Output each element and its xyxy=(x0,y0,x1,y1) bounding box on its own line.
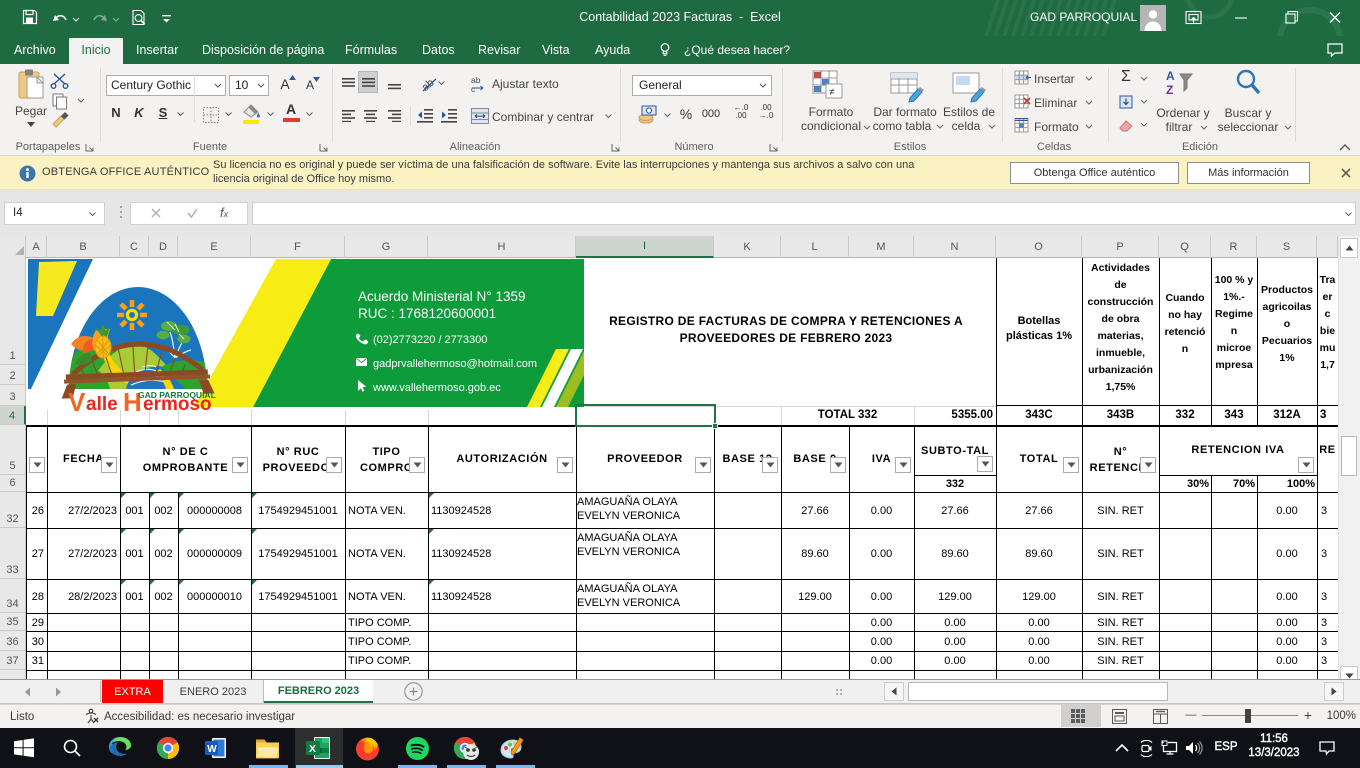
svg-text:W: W xyxy=(207,744,217,755)
svg-text:GAD PARROQUIAL: GAD PARROQUIAL xyxy=(138,390,216,400)
svg-text:A: A xyxy=(1166,69,1175,83)
svg-text:alle: alle xyxy=(86,394,118,415)
svg-text:(02)2773220 / 2773300: (02)2773220 / 2773300 xyxy=(373,334,487,346)
svg-text:V: V xyxy=(68,387,86,417)
svg-text:≠: ≠ xyxy=(829,87,835,98)
svg-text:Z: Z xyxy=(1166,83,1173,97)
svg-text:gadprvallehermoso@hotmail.com: gadprvallehermoso@hotmail.com xyxy=(373,358,537,370)
svg-text:X: X xyxy=(309,743,316,755)
svg-text:RUC : 1768120600001: RUC : 1768120600001 xyxy=(358,306,496,321)
svg-text:Acuerdo Ministerial N° 1359: Acuerdo Ministerial N° 1359 xyxy=(358,289,525,304)
svg-text:www.vallehermoso.gob.ec: www.vallehermoso.gob.ec xyxy=(372,382,501,394)
